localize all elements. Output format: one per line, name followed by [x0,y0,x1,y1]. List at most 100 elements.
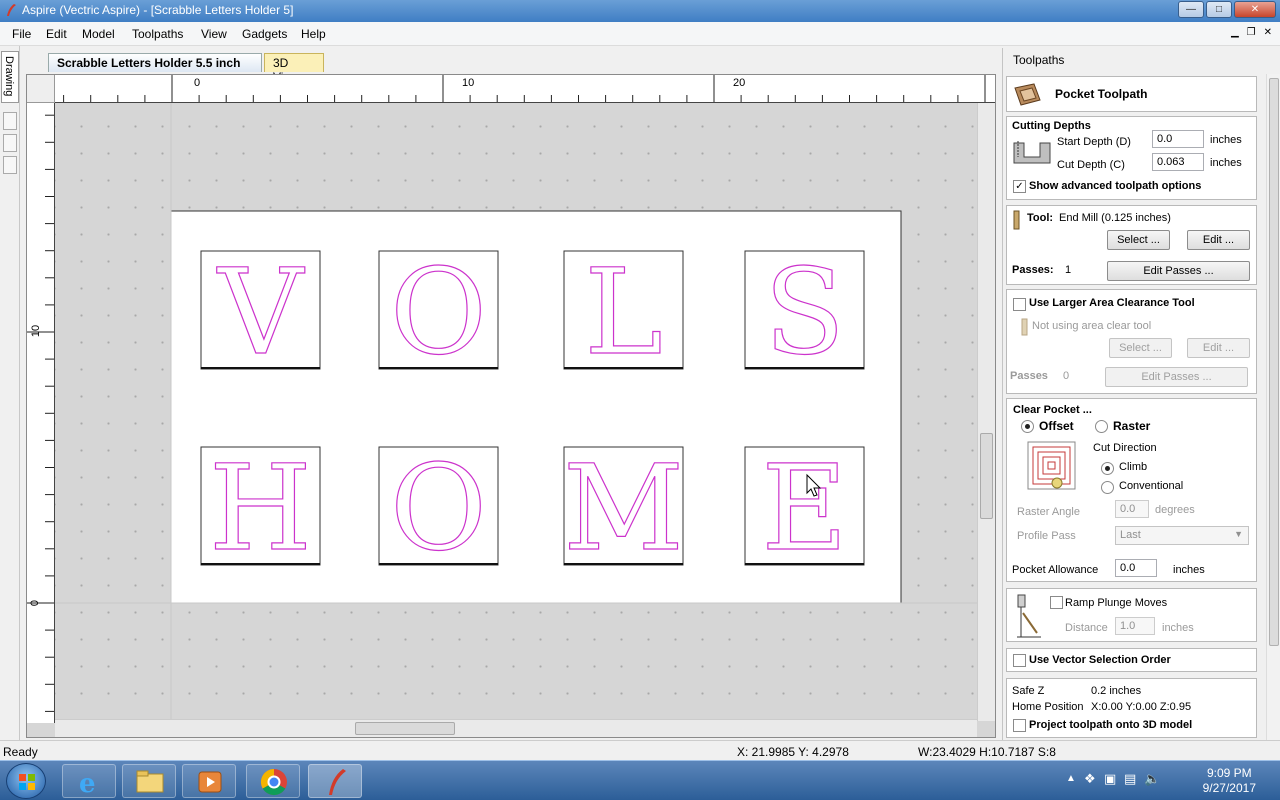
ramp-plunge-checkbox[interactable] [1050,596,1063,609]
pocket-allowance-unit: inches [1173,564,1205,576]
raster-radio[interactable] [1095,420,1108,433]
menu-file[interactable]: File [12,27,31,41]
tray-expand-icon[interactable]: ▲ [1066,773,1076,784]
taskbar-media-player[interactable] [182,764,236,798]
taskbar-file-explorer[interactable] [122,764,176,798]
start-button[interactable] [6,763,46,799]
mdi-controls: ▁ ❐ ✕ [1231,27,1272,38]
mdi-restore-icon[interactable]: ❐ [1247,27,1256,38]
menu-gadgets[interactable]: Gadgets [242,27,287,41]
profile-pass-select[interactable]: Last ▼ [1115,526,1249,545]
passes-label: Passes: [1012,264,1054,276]
edit-passes-button[interactable]: Edit Passes ... [1107,261,1250,281]
home-position-value: X:0.00 Y:0.00 Z:0.95 [1091,701,1192,713]
project-3d-checkbox[interactable] [1013,719,1026,732]
area-clearance-section: Use Larger Area Clearance Tool Not using… [1006,289,1257,394]
climb-label: Climb [1119,461,1148,473]
network-icon[interactable]: ▤ [1124,771,1136,787]
dropbox-icon[interactable]: ❖ [1084,771,1096,787]
horizontal-ruler: 0 10 20 [55,75,995,103]
advanced-options-label: Show advanced toolpath options [1029,180,1202,192]
maximize-button[interactable]: □ [1206,1,1232,18]
area-clear-tool-icon [1021,318,1028,336]
area-clear-edit-button[interactable]: Edit ... [1187,338,1250,358]
menu-model[interactable]: Model [82,27,115,41]
area-clear-edit-passes-button[interactable]: Edit Passes ... [1105,367,1248,387]
area-clear-passes-label: Passes [1010,370,1048,382]
tile-letter: L [584,243,662,381]
menu-help[interactable]: Help [301,27,326,41]
menu-view[interactable]: View [201,27,227,41]
advanced-options-checkbox[interactable]: ✓ [1013,180,1026,193]
menu-toolpaths[interactable]: Toolpaths [132,27,183,41]
area-clear-select-button[interactable]: Select ... [1109,338,1172,358]
aspire-app-icon[interactable] [4,3,18,17]
clock-time: 9:09 PM [1206,766,1252,780]
panel-scrollbar[interactable] [1266,74,1280,740]
menu-edit[interactable]: Edit [46,27,67,41]
window-controls: — □ ✕ [1178,1,1276,18]
safe-z-label: Safe Z [1012,685,1045,697]
panel-scroll-thumb[interactable] [1269,78,1279,646]
raster-angle-input[interactable]: 0.0 [1115,500,1149,518]
ruler-label: 10 [30,324,43,338]
tab-3d-view[interactable]: 3D View [264,53,324,84]
mdi-close-icon[interactable]: ✕ [1264,27,1272,38]
conventional-radio[interactable] [1101,481,1114,494]
close-button[interactable]: ✕ [1234,1,1276,18]
area-clear-passes-value: 0 [1063,370,1070,382]
mdi-minimize-icon[interactable]: ▁ [1231,27,1239,38]
taskbar-aspire[interactable] [308,764,362,798]
tab-2d-drawing[interactable]: Scrabble Letters Holder 5.5 inch [48,53,262,72]
internet-explorer-icon: e [79,769,96,799]
ramp-distance-label: Distance [1065,622,1108,634]
drawing-canvas[interactable]: VOLS HOME [55,103,977,721]
tile-letter: H [209,439,312,577]
minimize-button[interactable]: — [1178,1,1204,18]
tool-label: Tool: [1027,212,1054,224]
start-depth-label: Start Depth (D) [1057,136,1131,148]
tool-select-button[interactable]: Select ... [1107,230,1170,250]
tool-edit-button[interactable]: Edit ... [1187,230,1250,250]
vector-order-checkbox[interactable] [1013,654,1026,667]
raster-angle-label: Raster Angle [1017,506,1080,518]
volume-icon[interactable]: 🔈 [1144,771,1160,787]
drawing-tab[interactable]: Drawing [1,51,19,103]
ramp-section: Ramp Plunge Moves Distance 1.0 inches [1006,588,1257,642]
vertical-scrollbar[interactable] [977,103,995,721]
home-position-label: Home Position [1012,701,1084,713]
strip-slot[interactable] [3,156,17,174]
pocket-allowance-input[interactable]: 0.0 [1115,559,1157,577]
horizontal-scroll-thumb[interactable] [355,722,455,735]
windows-logo-icon [19,774,35,790]
vertical-scroll-thumb[interactable] [980,433,993,519]
strip-slot[interactable] [3,112,17,130]
area-clearance-checkbox[interactable] [1013,298,1026,311]
ruler-label: 0 [194,77,201,89]
clock[interactable]: 9:09 PM 9/27/2017 [1203,766,1256,796]
climb-radio[interactable] [1101,462,1114,475]
design-svg: V O L S H O M E [55,103,977,721]
ramp-distance-input[interactable]: 1.0 [1115,617,1155,635]
left-panel-strip: Drawing [0,46,20,740]
start-depth-input[interactable]: 0.0 [1152,130,1204,148]
strip-slot[interactable] [3,134,17,152]
passes-value: 1 [1065,264,1072,276]
raster-angle-unit: degrees [1155,504,1195,516]
taskbar-internet-explorer[interactable]: e [62,764,116,799]
horizontal-scrollbar[interactable] [55,719,977,737]
cut-depth-input[interactable]: 0.063 [1152,153,1204,171]
device-icon[interactable]: ▣ [1104,771,1116,787]
taskbar-chrome[interactable] [246,764,300,798]
offset-radio[interactable] [1021,420,1034,433]
cut-depth-label: Cut Depth (C) [1057,159,1125,171]
chevron-down-icon: ▼ [1234,529,1243,539]
drawing-tab-label: Drawing [3,56,15,97]
vector-order-label: Use Vector Selection Order [1029,654,1171,666]
title-bar: Aspire (Vectric Aspire) - [Scrabble Lett… [0,0,1280,22]
cut-direction-label: Cut Direction [1093,442,1157,454]
ramp-plunge-icon [1017,594,1041,638]
pocket-toolpath-icon [1014,83,1041,106]
aspire-feather-icon [329,769,346,795]
ramp-plunge-label: Ramp Plunge Moves [1065,597,1168,609]
